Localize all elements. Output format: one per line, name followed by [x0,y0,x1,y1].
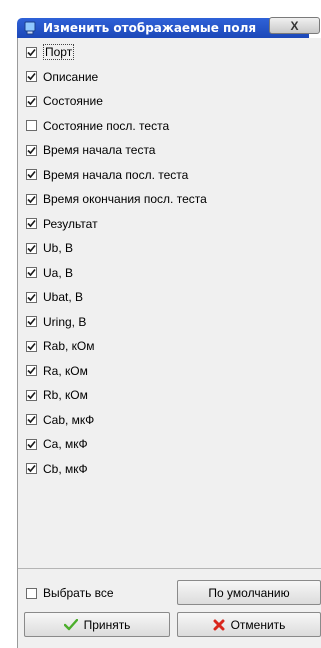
checkbox-checked[interactable] [26,316,37,327]
defaults-button[interactable]: По умолчанию [177,580,321,605]
field-checkbox-item[interactable]: Время начала теста [26,140,155,160]
edit-fields-dialog: Изменить отображаемые поля X Порт Описани… [0,0,321,648]
checkbox-checked[interactable] [26,144,37,156]
field-checkbox-item[interactable]: Ub, В [26,238,73,258]
cancel-button-label: Отменить [230,617,286,632]
defaults-button-label: По умолчанию [208,585,290,600]
field-label: Состояние посл. теста [43,118,170,133]
field-label: Время начала теста [43,143,156,157]
field-checkbox-item[interactable]: Rab, кОм [26,336,95,356]
select-all-label: Выбрать все [43,586,114,600]
accept-button[interactable]: Принять [24,612,170,637]
field-checkbox-item[interactable]: Ubat, В [26,287,83,307]
field-label: Uring, В [43,314,87,329]
checkbox-checked[interactable] [26,267,37,278]
field-checkbox-item[interactable]: Время начала посл. теста [26,165,188,185]
checkbox-checked[interactable] [26,438,37,450]
checkbox-checked[interactable] [26,169,37,180]
field-label: Время окончания посл. теста [43,192,207,206]
field-label: Ua, В [43,265,74,280]
field-label: Rb, кОм [43,388,88,402]
checkbox-checked[interactable] [26,291,37,303]
checkbox-unchecked[interactable] [26,120,37,131]
checkbox-checked[interactable] [26,414,37,425]
field-label: Cb, мкФ [43,461,88,476]
select-all-checkbox[interactable]: Выбрать все [26,583,114,603]
field-checkbox-item[interactable]: Описание [26,67,98,87]
field-label: Описание [43,69,99,84]
field-checkbox-item[interactable]: Ra, кОм [26,361,88,381]
checkbox-checked[interactable] [26,46,37,58]
field-checkbox-item[interactable]: Состояние посл. теста [26,116,169,136]
field-label: Rab, кОм [43,339,95,353]
checkbox-checked[interactable] [26,95,37,107]
field-checkbox-item[interactable]: Cb, мкФ [26,459,88,479]
field-label: Порт [43,44,75,60]
checkbox-checked[interactable] [26,242,37,254]
separator [18,568,321,569]
close-button[interactable]: X [269,17,320,34]
field-checkbox-item[interactable]: Порт [26,42,75,62]
field-label: Ca, мкФ [43,437,88,451]
checkbox-checked[interactable] [26,193,37,205]
close-icon: X [290,18,299,33]
checkbox-checked[interactable] [26,365,37,376]
accept-button-label: Принять [83,617,131,632]
checkbox-checked[interactable] [26,340,37,352]
checkbox-checked[interactable] [26,218,37,229]
field-label: Ubat, В [43,290,84,304]
field-checkbox-item[interactable]: Uring, В [26,312,86,332]
dialog-body: Порт Описание Состояние Состояние посл. тес… [17,38,321,648]
field-checkbox-item[interactable]: Время окончания посл. теста [26,189,207,209]
checkbox-checked[interactable] [26,463,37,474]
field-label: Время начала посл. теста [43,167,189,182]
field-checkbox-item[interactable]: Состояние [26,91,103,111]
select-all-box[interactable] [26,587,37,599]
checkbox-checked[interactable] [26,389,37,401]
field-label: Состояние [43,94,103,108]
field-label: Ra, кОм [43,363,88,378]
field-label: Ub, В [43,241,74,255]
field-checkbox-item[interactable]: Rb, кОм [26,385,88,405]
cancel-button[interactable]: Отменить [177,612,321,637]
field-checkbox-item[interactable]: Результат [26,214,98,234]
field-checkbox-item[interactable]: Ua, В [26,263,73,283]
field-label: Cab, мкФ [43,412,95,427]
window-title: Изменить отображаемые поля [43,21,257,35]
checkmark-icon [63,618,78,631]
field-checkbox-item[interactable]: Ca, мкФ [26,434,88,454]
checkbox-checked[interactable] [26,71,37,82]
cross-icon [213,619,225,631]
title-bar: Изменить отображаемые поля X [17,17,320,38]
field-label: Результат [43,216,98,231]
field-checkbox-item[interactable]: Cab, мкФ [26,410,94,430]
window-app-icon [23,21,37,35]
